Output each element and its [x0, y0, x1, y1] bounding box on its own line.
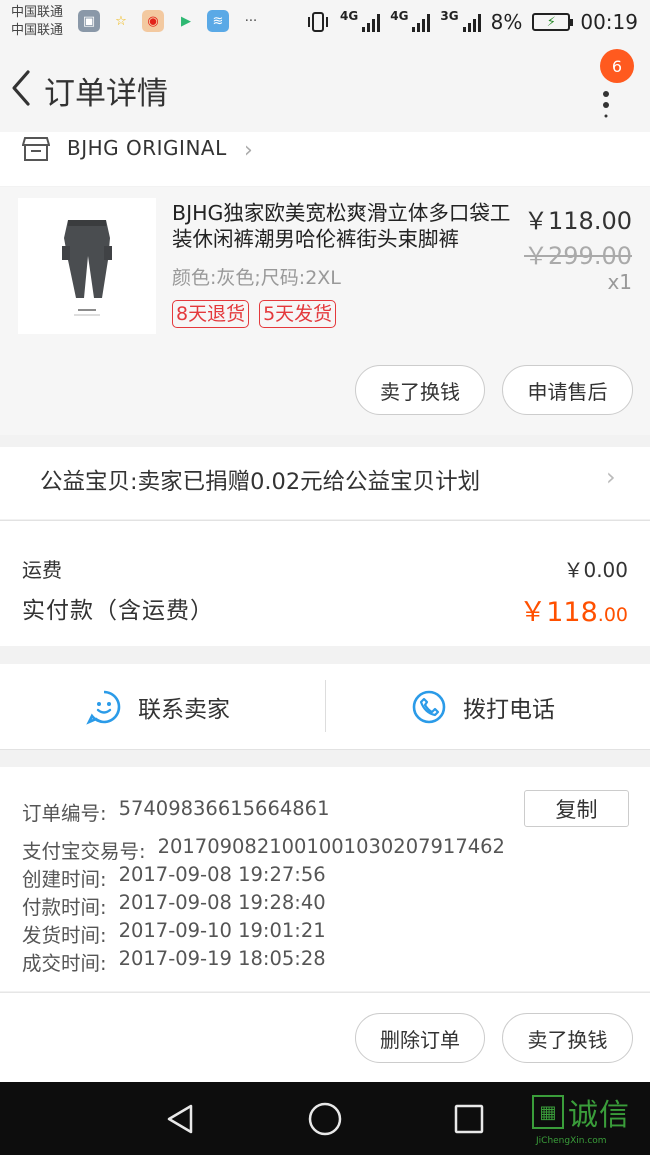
service-tags: 8天退货 5天发货: [172, 300, 337, 328]
home-nav-icon[interactable]: [307, 1101, 343, 1137]
signal-icon-1: [362, 12, 381, 32]
completed-time-row: 成交时间: 2017-09-19 18:05:28: [22, 947, 326, 976]
shop-icon: [22, 137, 50, 161]
paid-amount: ￥118.00: [519, 590, 628, 629]
back-nav-icon[interactable]: [165, 1103, 197, 1135]
product-price: ￥118.00: [524, 207, 632, 235]
contact-bar: 联系卖家 拨打电话: [0, 664, 650, 750]
info-value: 2017090821001001030207917462: [157, 835, 505, 858]
status-bar: 中国联通 中国联通 ▣ ☆ ◉ ▶ ≋ ··· 4G 4G 3G 8% ⚡ 00…: [0, 0, 650, 44]
call-phone-button[interactable]: 拨打电话: [411, 664, 555, 750]
chevron-right-icon: ›: [244, 138, 253, 163]
paid-label: 实付款（含运费）: [22, 598, 214, 624]
watermark-url: JiChengXin.com: [536, 1136, 607, 1146]
copy-button[interactable]: 复制: [524, 790, 629, 827]
call-phone-label: 拨打电话: [463, 697, 555, 723]
info-key: 订单编号:: [22, 802, 107, 825]
navigation-bar: 订单详情: [0, 44, 650, 132]
return-tag: 8天退货: [172, 300, 250, 328]
paid-amount-int: ￥118: [519, 597, 598, 628]
wifi-app-icon: ≋: [207, 10, 229, 32]
contact-seller-button[interactable]: 联系卖家: [86, 664, 230, 750]
weibo-app-icon: ◉: [142, 10, 164, 32]
info-value: 2017-09-10 19:01:21: [118, 919, 326, 942]
notification-badge[interactable]: 6: [600, 49, 634, 83]
order-info: 订单编号: 57409836615664861 复制 支付宝交易号: 20170…: [0, 767, 650, 991]
charity-text: 公益宝贝:卖家已捐赠0.02元给公益宝贝计划: [40, 469, 481, 495]
paid-amount-dec: .00: [597, 604, 628, 626]
battery-icon: ⚡: [532, 13, 574, 31]
info-key: 创建时间:: [22, 868, 107, 891]
info-value: 2017-09-08 19:27:56: [118, 863, 326, 886]
star-app-icon: ☆: [115, 13, 127, 29]
chat-face-icon: [86, 690, 121, 725]
order-actions: 删除订单 卖了换钱: [0, 992, 650, 1082]
delete-order-button[interactable]: 删除订单: [355, 1013, 485, 1063]
created-time-row: 创建时间: 2017-09-08 19:27:56: [22, 863, 326, 892]
signal-icon-3: [462, 12, 481, 32]
signal-icon-2: [412, 12, 431, 32]
original-price: ￥299.00: [524, 242, 632, 270]
system-navigation-bar: ▦ 诚信 JiChengXin.com: [0, 1082, 650, 1155]
product-quantity: x1: [607, 270, 632, 294]
order-number-row: 订单编号: 57409836615664861: [22, 797, 330, 826]
info-value: 2017-09-19 18:05:28: [118, 947, 326, 970]
contact-seller-label: 联系卖家: [138, 697, 230, 723]
carrier-1: 中国联通: [11, 5, 64, 20]
gallery-app-icon: ▣: [78, 10, 100, 32]
carrier-2: 中国联通: [11, 23, 64, 38]
info-key: 付款时间:: [22, 896, 107, 919]
carrier-labels: 中国联通 中国联通: [11, 4, 63, 40]
status-right: 4G 4G 3G 8% ⚡ 00:19: [306, 8, 638, 36]
more-notifications-icon: ···: [244, 13, 258, 29]
alipay-trade-row: 支付宝交易号: 2017090821001001030207917462: [22, 835, 505, 864]
paid-time-row: 付款时间: 2017-09-08 19:28:40: [22, 891, 326, 920]
info-value: 2017-09-08 19:28:40: [118, 891, 326, 914]
after-sale-button[interactable]: 申请售后: [502, 365, 633, 415]
info-key: 发货时间:: [22, 924, 107, 947]
battery-percent: 8%: [490, 10, 523, 34]
shipping-tag: 5天发货: [259, 300, 337, 328]
back-arrow-icon[interactable]: [6, 66, 40, 110]
shop-name: BJHG ORIGINAL: [67, 136, 227, 160]
watermark: ▦ 诚信 JiChengXin.com: [532, 1090, 646, 1150]
shipped-time-row: 发货时间: 2017-09-10 19:01:21: [22, 919, 326, 948]
page-title: 订单详情: [44, 76, 168, 112]
clock: 00:19: [580, 10, 638, 34]
vibrate-icon: [308, 12, 329, 32]
chevron-right-icon: ›: [606, 463, 616, 491]
network-type-1: 4G: [340, 9, 359, 23]
network-type-2: 4G: [390, 9, 409, 23]
watermark-logo-icon: ▦: [532, 1095, 564, 1129]
info-key: 支付宝交易号:: [22, 840, 146, 863]
product-card[interactable]: BJHG独家欧美宽松爽滑立体多口袋工装休闲裤潮男哈伦裤街头束脚裤 颜色:灰色;尺…: [0, 187, 650, 435]
shipping-value: ￥0.00: [563, 558, 628, 582]
charity-row[interactable]: 公益宝贝:卖家已捐赠0.02元给公益宝贝计划 ›: [0, 447, 650, 519]
shipping-label: 运费: [22, 558, 62, 582]
sell-for-cash-button[interactable]: 卖了换钱: [355, 365, 485, 415]
network-type-3: 3G: [440, 9, 459, 23]
info-value: 57409836615664861: [118, 797, 330, 820]
recents-nav-icon[interactable]: [453, 1103, 485, 1135]
product-thumbnail[interactable]: [18, 198, 156, 334]
video-app-icon: ▶: [181, 13, 191, 29]
payment-summary: 运费 ￥0.00 实付款（含运费） ￥118.00: [0, 520, 650, 646]
watermark-name: 诚信: [568, 1098, 630, 1133]
divider: [325, 680, 326, 732]
phone-icon: [412, 690, 446, 724]
product-sku: 颜色:灰色;尺码:2XL: [172, 267, 341, 289]
shop-row[interactable]: BJHG ORIGINAL ›: [0, 132, 650, 186]
product-title: BJHG独家欧美宽松爽滑立体多口袋工装休闲裤潮男哈伦裤街头束脚裤: [172, 201, 511, 251]
info-key: 成交时间:: [22, 952, 107, 975]
sell-for-cash-button-bottom[interactable]: 卖了换钱: [502, 1013, 633, 1063]
